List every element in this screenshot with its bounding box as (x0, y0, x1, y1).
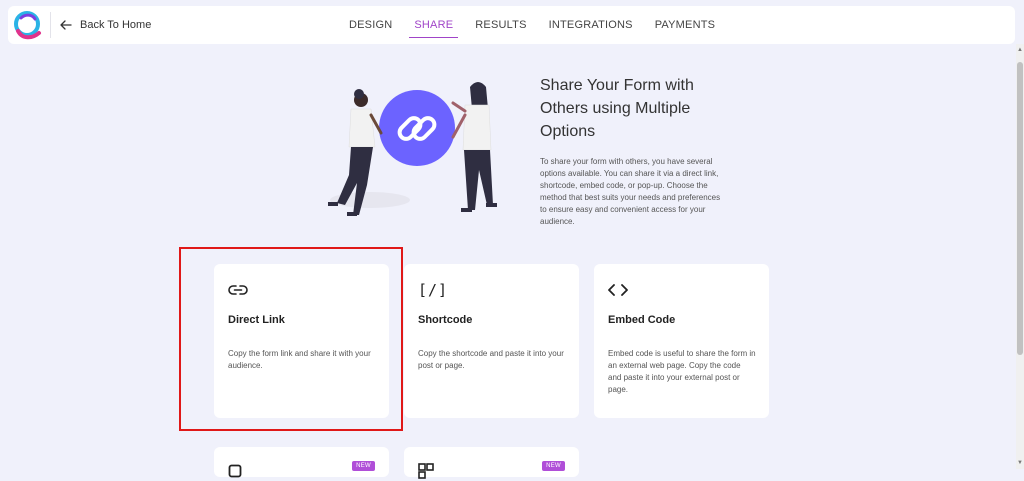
embed-code-card[interactable]: Embed Code Embed code is useful to share… (594, 264, 769, 418)
scrollbar-thumb[interactable] (1017, 62, 1023, 355)
new-badge: NEW (352, 461, 375, 471)
app-logo-icon[interactable] (12, 9, 44, 41)
tab-share[interactable]: SHARE (409, 6, 459, 44)
new-badge: NEW (542, 461, 565, 471)
back-to-home-label: Back To Home (80, 19, 152, 31)
qr-code-icon (418, 461, 434, 481)
tab-payments[interactable]: PAYMENTS (655, 6, 715, 44)
shortcode-icon-text: [/] (418, 281, 449, 299)
scroll-down-icon[interactable]: ▼ (1016, 457, 1024, 469)
hero-description: To share your form with others, you have… (540, 157, 721, 226)
tab-integrations[interactable]: INTEGRATIONS (549, 6, 633, 44)
qr-code-card[interactable]: NEW (404, 447, 579, 479)
top-bar: Back To Home DESIGN SHARE RESULTS INTEGR… (8, 6, 1015, 44)
code-icon (608, 280, 628, 300)
embed-code-title: Embed Code (608, 314, 676, 326)
direct-link-card[interactable]: Direct Link Copy the form link and share… (214, 264, 389, 418)
hero-title: Share Your Form with Others using Multip… (540, 77, 694, 140)
scroll-up-icon[interactable]: ▲ (1016, 44, 1024, 56)
direct-link-title: Direct Link (228, 314, 285, 326)
tab-results[interactable]: RESULTS (475, 6, 526, 44)
shortcode-title: Shortcode (418, 314, 473, 326)
embed-code-description: Embed code is useful to share the form i… (608, 349, 756, 394)
shortcode-card[interactable]: [/] Shortcode Copy the shortcode and pas… (404, 264, 579, 418)
main-tabs: DESIGN SHARE RESULTS INTEGRATIONS PAYMEN… (338, 6, 726, 44)
shortcode-description: Copy the shortcode and paste it into you… (418, 349, 564, 370)
share-illustration (328, 82, 497, 216)
direct-link-description: Copy the form link and share it with you… (228, 349, 371, 370)
logo-divider (50, 12, 51, 38)
shortcode-icon: [/] (418, 280, 448, 300)
popup-icon (228, 461, 242, 481)
back-to-home-link[interactable]: Back To Home (60, 6, 151, 44)
arrow-left-icon (60, 20, 72, 30)
tab-design[interactable]: DESIGN (349, 6, 392, 44)
link-icon (228, 280, 248, 300)
popup-card[interactable]: NEW (214, 447, 389, 478)
